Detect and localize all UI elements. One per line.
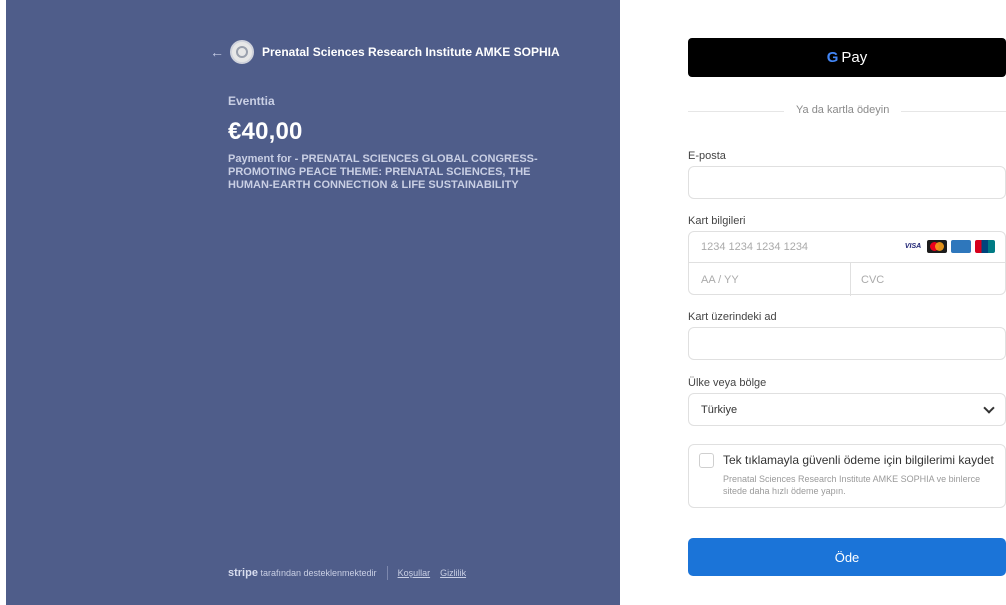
header: ← Prenatal Sciences Research Institute A… xyxy=(210,40,560,64)
expiry-field[interactable]: AA / YY xyxy=(689,263,851,296)
amex-icon xyxy=(951,240,971,253)
footer: stripe tarafından desteklenmektedir Koşu… xyxy=(228,566,466,580)
stripe-logo: stripe xyxy=(228,567,258,579)
cvc-field[interactable]: CVC xyxy=(851,274,884,286)
country-label: Ülke veya bölge xyxy=(688,377,767,389)
save-info-subtitle: Prenatal Sciences Research Institute AMK… xyxy=(723,474,981,496)
powered-by-text: tarafından desteklenmektedir xyxy=(260,568,377,578)
google-g-icon: G xyxy=(826,49,839,66)
organization-name: Prenatal Sciences Research Institute AMK… xyxy=(262,45,560,59)
back-arrow-icon[interactable]: ← xyxy=(210,44,224,60)
chevron-down-icon xyxy=(983,401,995,414)
order-summary-panel: ← Prenatal Sciences Research Institute A… xyxy=(6,0,620,605)
save-info-box: Tek tıklamayla güvenli ödeme için bilgil… xyxy=(688,444,1006,508)
pay-button[interactable]: Öde xyxy=(688,538,1006,576)
merchant-name: Eventtia xyxy=(228,94,275,108)
save-info-checkbox[interactable] xyxy=(699,453,714,468)
google-pay-label: Pay xyxy=(841,49,868,66)
card-expiry-cvc-row: AA / YY CVC xyxy=(689,263,1005,296)
mastercard-icon xyxy=(927,240,947,253)
privacy-link[interactable]: Gizlilik xyxy=(440,568,466,578)
payment-form: G Pay Ya da kartla ödeyin E-posta Kart b… xyxy=(688,0,1006,605)
save-info-title[interactable]: Tek tıklamayla güvenli ödeme için bilgil… xyxy=(723,453,994,467)
stripe-powered-by[interactable]: stripe tarafından desteklenmektedir xyxy=(228,567,377,579)
cardholder-name-label: Kart üzerindeki ad xyxy=(688,311,777,323)
google-pay-button[interactable]: G Pay xyxy=(688,38,1006,77)
footer-divider xyxy=(386,566,388,580)
country-value: Türkiye xyxy=(701,403,738,416)
unionpay-icon xyxy=(975,240,995,253)
email-field[interactable] xyxy=(688,166,1006,199)
card-info-group: 1234 1234 1234 1234 VISA AA / YY CVC xyxy=(688,231,1006,296)
payment-amount: €40,00 xyxy=(228,118,303,145)
visa-icon: VISA xyxy=(904,243,922,250)
organization-logo-icon xyxy=(230,40,254,64)
cardholder-name-field[interactable] xyxy=(688,327,1006,360)
card-info-label: Kart bilgileri xyxy=(688,215,746,227)
terms-link[interactable]: Koşullar xyxy=(398,568,431,578)
payment-description: Payment for - PRENATAL SCIENCES GLOBAL C… xyxy=(228,153,538,191)
divider-text: Ya da kartla ödeyin xyxy=(784,104,902,116)
email-label: E-posta xyxy=(688,150,726,162)
country-select[interactable]: Türkiye xyxy=(688,393,1006,426)
card-brands: VISA xyxy=(903,240,995,253)
